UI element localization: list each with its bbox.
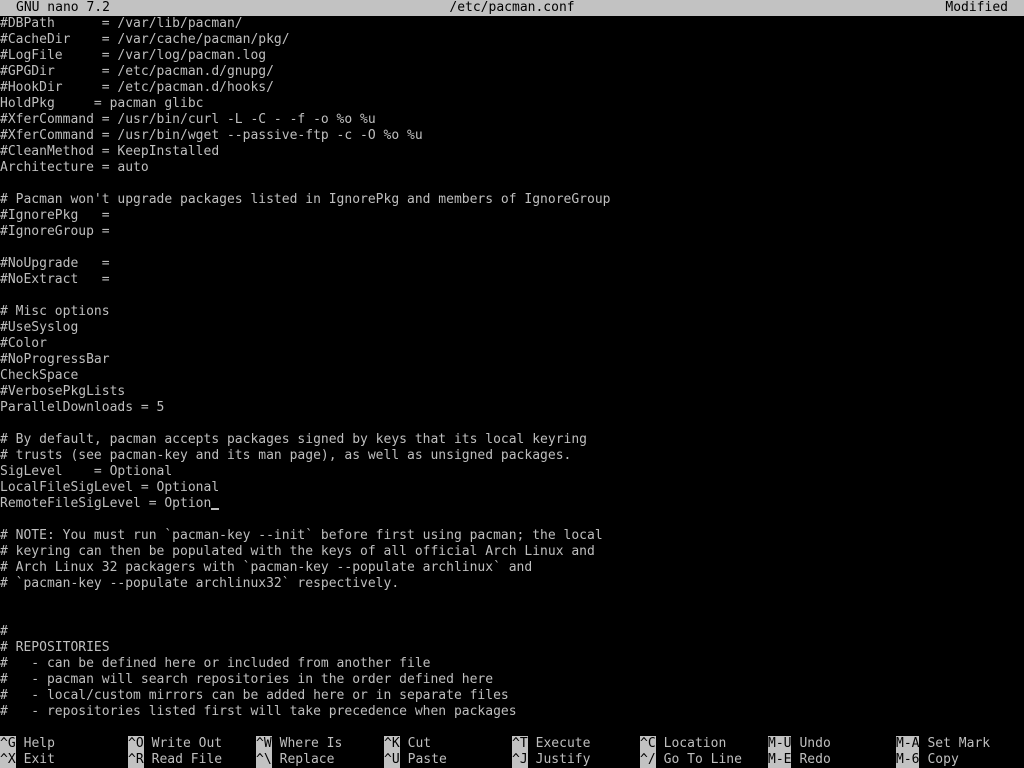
editor-line[interactable] bbox=[0, 288, 1024, 304]
editor-line[interactable]: HoldPkg = pacman glibc bbox=[0, 96, 1024, 112]
editor-line[interactable]: #NoExtract = bbox=[0, 272, 1024, 288]
editor-line[interactable]: # - local/custom mirrors can be added he… bbox=[0, 688, 1024, 704]
shortcut-key: ^X bbox=[0, 752, 16, 768]
shortcut-bar: ^G Help ^O Write Out ^W Where Is ^K Cut ^T Execut… bbox=[0, 736, 1024, 768]
shortcut-replace[interactable]: ^\ Replace bbox=[256, 752, 334, 768]
shortcut-execute[interactable]: ^T Execute bbox=[512, 736, 590, 752]
shortcut-redo[interactable]: M-E Redo bbox=[768, 752, 831, 768]
shortcut-key: ^R bbox=[128, 752, 144, 768]
shortcut-key: M-U bbox=[768, 736, 792, 752]
modified-status: Modified bbox=[945, 0, 1008, 15]
editor-line[interactable]: # - can be defined here or included from… bbox=[0, 656, 1024, 672]
shortcut-label: Help bbox=[23, 736, 55, 751]
editor-line[interactable]: #CacheDir = /var/cache/pacman/pkg/ bbox=[0, 32, 1024, 48]
editor-line[interactable]: ParallelDownloads = 5 bbox=[0, 400, 1024, 416]
editor-line[interactable] bbox=[0, 176, 1024, 192]
editor-line[interactable]: RemoteFileSigLevel = Option bbox=[0, 496, 1024, 512]
shortcut-label: Go To Line bbox=[663, 752, 742, 767]
editor-line[interactable]: # - repositories listed first will take … bbox=[0, 704, 1024, 720]
shortcut-key: ^G bbox=[0, 736, 16, 752]
shortcut-label: Redo bbox=[799, 752, 831, 767]
file-name: /etc/pacman.conf bbox=[449, 0, 575, 15]
editor-line[interactable]: #CleanMethod = KeepInstalled bbox=[0, 144, 1024, 160]
shortcut-label: Undo bbox=[799, 736, 831, 751]
shortcut-key: ^O bbox=[128, 736, 144, 752]
shortcut-key: ^/ bbox=[640, 752, 656, 768]
editor-line[interactable]: #GPGDir = /etc/pacman.d/gnupg/ bbox=[0, 64, 1024, 80]
editor-line[interactable]: # bbox=[0, 624, 1024, 640]
editor-line[interactable]: #XferCommand = /usr/bin/wget --passive-f… bbox=[0, 128, 1024, 144]
editor-line[interactable]: # Arch Linux 32 packagers with `pacman-k… bbox=[0, 560, 1024, 576]
editor-line[interactable] bbox=[0, 592, 1024, 608]
editor-line[interactable]: # trusts (see pacman-key and its man pag… bbox=[0, 448, 1024, 464]
text-cursor bbox=[211, 508, 220, 510]
editor-line[interactable] bbox=[0, 608, 1024, 624]
shortcut-key: ^W bbox=[256, 736, 272, 752]
editor-line[interactable] bbox=[0, 240, 1024, 256]
shortcut-key: ^U bbox=[384, 752, 400, 768]
shortcut-key: ^J bbox=[512, 752, 528, 768]
shortcut-label: Read File bbox=[151, 752, 223, 767]
editor-line[interactable]: #NoProgressBar bbox=[0, 352, 1024, 368]
shortcut-label: Location bbox=[663, 736, 727, 751]
shortcut-justify[interactable]: ^J Justify bbox=[512, 752, 590, 768]
shortcut-label: Paste bbox=[407, 752, 447, 767]
editor-line[interactable]: LocalFileSigLevel = Optional bbox=[0, 480, 1024, 496]
editor-line[interactable]: # keyring can then be populated with the… bbox=[0, 544, 1024, 560]
shortcut-label: Copy bbox=[927, 752, 959, 767]
editor-line[interactable]: # NOTE: You must run `pacman-key --init`… bbox=[0, 528, 1024, 544]
editor-line[interactable]: #Color bbox=[0, 336, 1024, 352]
editor-line[interactable]: #IgnoreGroup = bbox=[0, 224, 1024, 240]
editor-line[interactable]: #XferCommand = /usr/bin/curl -L -C - -f … bbox=[0, 112, 1024, 128]
shortcut-set-mark[interactable]: M-A Set Mark bbox=[896, 736, 990, 752]
shortcut-paste[interactable]: ^U Paste bbox=[384, 752, 447, 768]
editor-line[interactable]: CheckSpace bbox=[0, 368, 1024, 384]
shortcut-key: M-A bbox=[896, 736, 920, 752]
shortcut-label: Justify bbox=[535, 752, 591, 767]
shortcut-label: Where Is bbox=[279, 736, 343, 751]
editor-line[interactable]: # REPOSITORIES bbox=[0, 640, 1024, 656]
shortcut-label: Write Out bbox=[151, 736, 223, 751]
editor-line[interactable] bbox=[0, 512, 1024, 528]
shortcut-location[interactable]: ^C Location bbox=[640, 736, 726, 752]
editor-line[interactable]: # Misc options bbox=[0, 304, 1024, 320]
shortcut-write-out[interactable]: ^O Write Out bbox=[128, 736, 222, 752]
editor-line[interactable] bbox=[0, 416, 1024, 432]
editor-line[interactable]: Architecture = auto bbox=[0, 160, 1024, 176]
shortcut-key: ^K bbox=[384, 736, 400, 752]
shortcut-key: ^\ bbox=[256, 752, 272, 768]
shortcut-label: Exit bbox=[23, 752, 55, 767]
editor-line[interactable]: # `pacman-key --populate archlinux32` re… bbox=[0, 576, 1024, 592]
shortcut-cut[interactable]: ^K Cut bbox=[384, 736, 431, 752]
shortcut-copy[interactable]: M-6 Copy bbox=[896, 752, 959, 768]
shortcut-label: Cut bbox=[407, 736, 432, 751]
shortcut-go-to-line[interactable]: ^/ Go To Line bbox=[640, 752, 742, 768]
editor-line[interactable]: #NoUpgrade = bbox=[0, 256, 1024, 272]
editor-line[interactable]: SigLevel = Optional bbox=[0, 464, 1024, 480]
editor-line[interactable]: #IgnorePkg = bbox=[0, 208, 1024, 224]
editor-line[interactable]: #UseSyslog bbox=[0, 320, 1024, 336]
shortcut-key: ^T bbox=[512, 736, 528, 752]
title-bar: GNU nano 7.2 /etc/pacman.conf Modified bbox=[0, 0, 1024, 16]
shortcut-label: Set Mark bbox=[927, 736, 991, 751]
shortcut-read-file[interactable]: ^R Read File bbox=[128, 752, 222, 768]
editor-text-area[interactable]: #DBPath = /var/lib/pacman/#CacheDir = /v… bbox=[0, 16, 1024, 720]
editor-line[interactable]: # By default, pacman accepts packages si… bbox=[0, 432, 1024, 448]
shortcut-undo[interactable]: M-U Undo bbox=[768, 736, 831, 752]
shortcut-label: Replace bbox=[279, 752, 335, 767]
shortcut-key: ^C bbox=[640, 736, 656, 752]
editor-line[interactable]: #HookDir = /etc/pacman.d/hooks/ bbox=[0, 80, 1024, 96]
editor-line[interactable]: # - pacman will search repositories in t… bbox=[0, 672, 1024, 688]
shortcut-key: M-6 bbox=[896, 752, 920, 768]
editor-line[interactable]: # Pacman won't upgrade packages listed i… bbox=[0, 192, 1024, 208]
shortcut-where-is[interactable]: ^W Where Is bbox=[256, 736, 342, 752]
shortcut-key: M-E bbox=[768, 752, 792, 768]
editor-line[interactable]: #DBPath = /var/lib/pacman/ bbox=[0, 16, 1024, 32]
shortcut-label: Execute bbox=[535, 736, 591, 751]
shortcut-help[interactable]: ^G Help bbox=[0, 736, 55, 752]
editor-line[interactable]: #VerbosePkgLists bbox=[0, 384, 1024, 400]
editor-line[interactable]: #LogFile = /var/log/pacman.log bbox=[0, 48, 1024, 64]
shortcut-exit[interactable]: ^X Exit bbox=[0, 752, 55, 768]
